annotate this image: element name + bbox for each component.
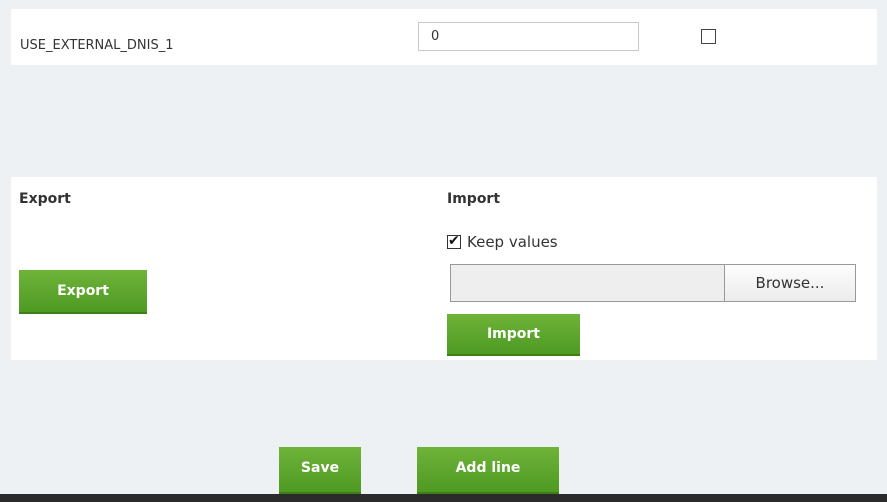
file-path-field[interactable]: [450, 264, 724, 302]
export-title: Export: [19, 191, 71, 207]
import-button[interactable]: Import: [447, 314, 580, 356]
parameter-value-input[interactable]: [418, 22, 639, 51]
keep-values-checkbox[interactable]: ✔: [447, 233, 461, 249]
parameter-checkbox[interactable]: [701, 29, 716, 44]
browse-button[interactable]: Browse...: [724, 264, 856, 302]
export-button[interactable]: Export: [19, 270, 147, 314]
save-button[interactable]: Save: [279, 447, 361, 494]
footer-bar: [0, 494, 887, 502]
keep-values-label: Keep values: [467, 233, 558, 251]
parameter-row: USE_EXTERNAL_DNIS_1: [11, 9, 877, 65]
import-title: Import: [447, 191, 501, 207]
checkmark-icon: ✔: [448, 233, 460, 249]
add-line-button[interactable]: Add line: [417, 447, 559, 494]
export-import-panel: Export Export Import ✔ Keep values Brows…: [11, 177, 877, 360]
page: USE_EXTERNAL_DNIS_1 Export Export Import…: [0, 0, 887, 502]
parameter-name: USE_EXTERNAL_DNIS_1: [20, 38, 174, 53]
keep-values-option[interactable]: ✔ Keep values: [447, 233, 558, 251]
